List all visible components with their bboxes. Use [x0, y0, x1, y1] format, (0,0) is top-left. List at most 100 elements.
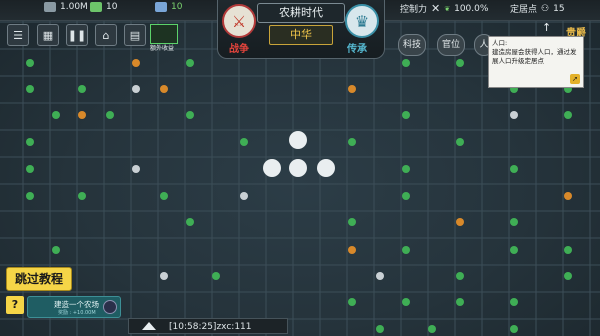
chat-expand-icon[interactable]	[142, 322, 156, 330]
tree-tile-icon[interactable]	[402, 59, 410, 67]
sail-icon[interactable]	[263, 159, 281, 177]
animal-tile-icon[interactable]	[348, 85, 356, 93]
tree-tile-icon[interactable]	[26, 165, 34, 173]
animal-tile-icon[interactable]	[78, 111, 86, 119]
arrow-up-icon[interactable]: ↑	[542, 21, 551, 34]
tooltip-title: 人口:	[492, 39, 508, 47]
civilization-panel: 农耕时代 中华 ⚔ 战争 ♛ 传承	[217, 0, 385, 59]
document-icon: ▤	[129, 28, 141, 42]
era-label: 农耕时代	[257, 3, 345, 23]
tree-tile-icon[interactable]	[510, 165, 518, 173]
tree-tile-icon[interactable]	[186, 111, 194, 119]
tree-tile-icon[interactable]	[564, 246, 572, 254]
menu-icon: ☰	[13, 28, 23, 42]
extra-income-button[interactable]	[150, 24, 178, 44]
quest-tracker[interactable]: 建造一个农场 奖励 : +10.00M	[27, 296, 121, 318]
tree-tile-icon[interactable]	[26, 138, 34, 146]
heritage-label: 传承	[347, 44, 367, 55]
animal-tile-icon[interactable]	[160, 85, 168, 93]
sheep-tile-icon[interactable]	[132, 85, 140, 93]
tree-tile-icon[interactable]	[376, 325, 384, 333]
menu-button[interactable]: ☰	[7, 24, 29, 46]
chat-message: [10:58:25]zxc:111	[169, 322, 252, 332]
grid-icon: ▦	[42, 28, 54, 42]
sheep-tile-icon[interactable]	[160, 272, 168, 280]
extra-income-label: 额外收益	[150, 45, 175, 52]
animal-tile-icon[interactable]	[132, 59, 140, 67]
tab-office[interactable]: 官位	[437, 34, 465, 56]
map-view-button[interactable]: ▦	[37, 24, 59, 46]
balance-icon[interactable]	[317, 159, 335, 177]
animal-tile-icon[interactable]	[348, 246, 356, 254]
tree-tile-icon[interactable]	[78, 85, 86, 93]
tree-tile-icon[interactable]	[564, 111, 572, 119]
pause-button[interactable]: ❚❚	[66, 24, 88, 46]
control-indicator: 控制力 ✕ ❦ 100.0%	[400, 2, 489, 15]
tree-tile-icon[interactable]	[402, 298, 410, 306]
settlement-counter: 定居点 ⚇ 15	[510, 3, 565, 16]
population-counter: 10	[90, 2, 117, 12]
sheep-tile-icon[interactable]	[132, 165, 140, 173]
temple-icon: ⌂	[102, 28, 110, 42]
tree-tile-icon[interactable]	[402, 165, 410, 173]
tree-tile-icon[interactable]	[402, 111, 410, 119]
tree-tile-icon[interactable]	[348, 218, 356, 226]
population-tooltip: 人口: 建造房屋会获得人口，通过发展人口升级定居点 ➚	[488, 36, 584, 88]
sheep-tile-icon[interactable]	[510, 111, 518, 119]
tree-tile-icon[interactable]	[510, 298, 518, 306]
tree-tile-icon[interactable]	[106, 111, 114, 119]
tree-tile-icon[interactable]	[348, 138, 356, 146]
close-x-icon: ✕	[431, 2, 441, 15]
tree-tile-icon[interactable]	[186, 218, 194, 226]
tree-tile-icon[interactable]	[456, 272, 464, 280]
group-icon: ⚇	[541, 3, 550, 14]
quest-status-icon	[103, 300, 117, 314]
sheep-tile-icon[interactable]	[376, 272, 384, 280]
settlement-icon[interactable]	[289, 159, 307, 177]
help-button[interactable]: ?	[6, 296, 24, 314]
war-label: 战争	[229, 44, 249, 55]
tooltip-body: 建造房屋会获得人口，通过发展人口升级定居点	[492, 48, 577, 65]
tree-tile-icon[interactable]	[160, 192, 168, 200]
tree-tile-icon[interactable]	[26, 85, 34, 93]
sheep-tile-icon[interactable]	[240, 192, 248, 200]
skip-tutorial-button[interactable]: 跳过教程	[6, 267, 72, 291]
tree-tile-icon[interactable]	[510, 246, 518, 254]
tree-tile-icon[interactable]	[510, 325, 518, 333]
tree-tile-icon[interactable]	[212, 272, 220, 280]
heritage-button[interactable]: ♛	[345, 4, 379, 38]
tree-tile-icon[interactable]	[240, 138, 248, 146]
tree-tile-icon[interactable]	[456, 298, 464, 306]
coin-icon	[44, 2, 56, 12]
arm-icon	[155, 2, 167, 12]
pause-icon: ❚❚	[67, 28, 87, 42]
tree-tile-icon[interactable]	[456, 138, 464, 146]
tree-tile-icon[interactable]	[456, 59, 464, 67]
culture-icon[interactable]	[289, 131, 307, 149]
tree-tile-icon[interactable]	[402, 246, 410, 254]
tree-tile-icon[interactable]	[510, 218, 518, 226]
tree-tile-icon[interactable]	[52, 111, 60, 119]
tooltip-next-button[interactable]: ➚	[570, 74, 580, 84]
records-button[interactable]: ▤	[124, 24, 146, 46]
people-icon	[90, 2, 102, 12]
tree-tile-icon[interactable]	[52, 246, 60, 254]
animal-tile-icon[interactable]	[456, 218, 464, 226]
tab-tech[interactable]: 科技	[398, 34, 426, 56]
tree-tile-icon[interactable]	[348, 298, 356, 306]
civilization-name[interactable]: 中华	[269, 25, 333, 45]
tree-tile-icon[interactable]	[78, 192, 86, 200]
animal-tile-icon[interactable]	[564, 192, 572, 200]
tree-tile-icon[interactable]	[564, 272, 572, 280]
tree-tile-icon[interactable]	[428, 325, 436, 333]
tree-tile-icon[interactable]	[186, 59, 194, 67]
government-button[interactable]: ⌂	[95, 24, 117, 46]
tree-tile-icon[interactable]	[402, 192, 410, 200]
tree-tile-icon[interactable]	[26, 59, 34, 67]
arrow-icon: ➚	[572, 75, 578, 83]
war-button[interactable]: ⚔	[222, 4, 256, 38]
crown-icon: ♛	[354, 11, 370, 31]
crossed-swords-icon: ⚔	[231, 11, 247, 31]
military-counter: 10	[155, 2, 182, 12]
tree-tile-icon[interactable]	[26, 192, 34, 200]
